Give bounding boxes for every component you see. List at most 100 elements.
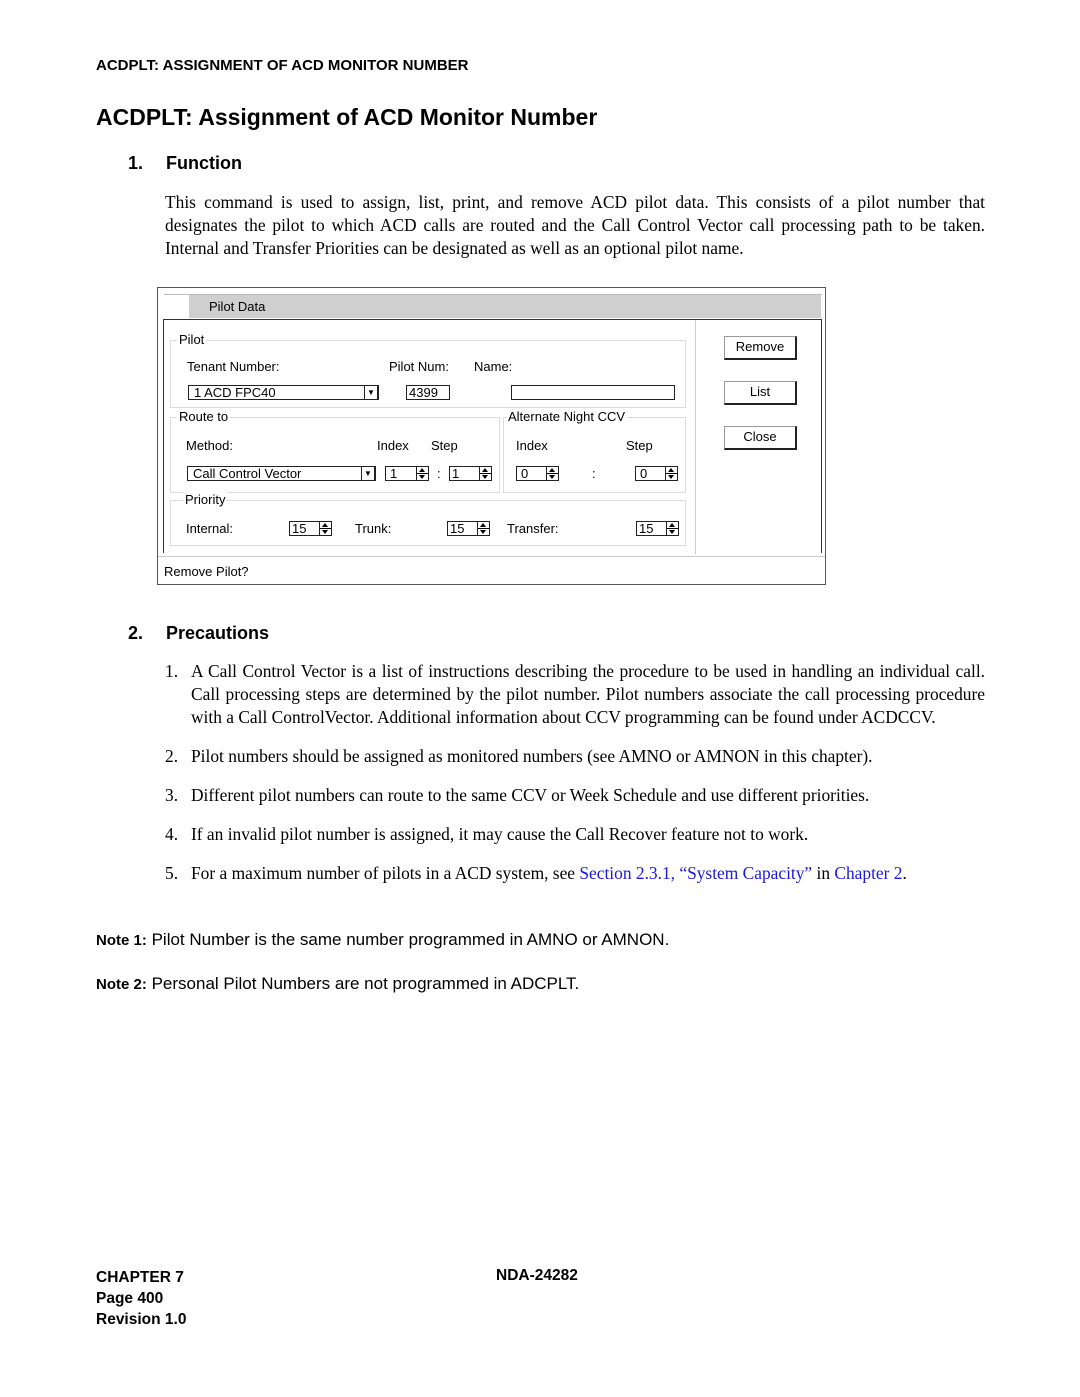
note-label: Note 1: (96, 932, 147, 949)
alt-index-spinner[interactable]: 0 (516, 466, 560, 481)
route-step-spinner[interactable]: 1 (449, 466, 493, 481)
section-title: Function (166, 153, 242, 173)
list-item-text: in (812, 863, 835, 883)
internal-priority-spinner[interactable]: 15 (289, 521, 333, 536)
route-to-label: Route to (177, 409, 231, 424)
internal-label: Internal: (186, 521, 233, 536)
status-bar: Remove Pilot? (158, 556, 825, 585)
pilot-data-dialog: Pilot Data Pilot Tenant Number: Pilot Nu… (157, 287, 826, 585)
close-button[interactable]: Close (724, 426, 797, 450)
alt-step-spinner[interactable]: 0 (635, 466, 679, 481)
section-number: 1. (128, 153, 144, 173)
pilot-group-label: Pilot (177, 332, 207, 347)
route-to-group: Route to Method: Index Step Call Control… (170, 409, 500, 493)
function-description: This command is used to assign, list, pr… (165, 192, 985, 258)
transfer-label: Transfer: (507, 521, 559, 536)
spinner-arrows-icon[interactable] (665, 466, 678, 481)
internal-value: 15 (289, 521, 320, 536)
section-heading-precautions: 2. Precautions (128, 623, 269, 644)
list-item-text: . (902, 863, 907, 883)
list-item-number: 4. (165, 824, 179, 844)
precautions-list: 1. A Call Control Vector is a list of in… (165, 660, 985, 885)
list-item: 5. For a maximum number of pilots in a A… (165, 862, 985, 885)
chapter-link[interactable]: Chapter 2 (834, 863, 902, 883)
tenant-number-value: 1 ACD FPC40 (194, 385, 276, 400)
list-item-text: A Call Control Vector is a list of instr… (191, 661, 985, 727)
trunk-value: 15 (447, 521, 478, 536)
transfer-value: 15 (636, 521, 667, 536)
priority-label: Priority (183, 492, 228, 507)
section-link[interactable]: Section 2.3.1, “System Capacity” (579, 863, 812, 883)
spinner-arrows-icon[interactable] (416, 466, 429, 481)
route-step-label: Step (431, 438, 458, 453)
footer-page: Page 400 (96, 1290, 164, 1307)
footer-chapter: CHAPTER 7 (96, 1269, 184, 1286)
dropdown-arrow-icon[interactable]: ▼ (364, 386, 378, 399)
alt-index-value: 0 (516, 466, 547, 481)
tab-label: Pilot Data (209, 299, 266, 314)
spinner-arrows-icon[interactable] (477, 521, 490, 536)
footer-doc-number: NDA-24282 (496, 1267, 578, 1284)
route-index-label: Index (377, 438, 409, 453)
running-head: ACDPLT: ASSIGNMENT OF ACD MONITOR NUMBER (96, 57, 469, 74)
list-item-text: Different pilot numbers can route to the… (191, 785, 870, 805)
pilot-group: Pilot Tenant Number: Pilot Num: Name: 1 … (170, 332, 686, 408)
list-item-number: 5. (165, 863, 179, 883)
list-item-number: 2. (165, 746, 179, 766)
spinner-arrows-icon[interactable] (666, 521, 679, 536)
name-input[interactable] (511, 385, 675, 400)
route-step-value: 1 (449, 466, 480, 481)
section-heading-function: 1. Function (128, 153, 242, 174)
name-label: Name: (474, 359, 513, 374)
dialog-body: Pilot Tenant Number: Pilot Num: Name: 1 … (163, 319, 822, 554)
note-label: Note 2: (96, 976, 147, 993)
list-item: 1. A Call Control Vector is a list of in… (165, 660, 985, 729)
route-separator: : (437, 466, 441, 481)
list-item-text: For a maximum number of pilots in a ACD … (191, 863, 580, 883)
spinner-arrows-icon[interactable] (546, 466, 559, 481)
list-item: 4. If an invalid pilot number is assigne… (165, 823, 985, 846)
route-index-spinner[interactable]: 1 (385, 466, 430, 481)
alternate-night-ccv-label: Alternate Night CCV (506, 409, 628, 424)
note-text: Personal Pilot Numbers are not programme… (151, 974, 580, 993)
list-item: 3. Different pilot numbers can route to … (165, 784, 985, 807)
note-1: Note 1: Pilot Number is the same number … (96, 930, 669, 950)
alt-index-label: Index (516, 438, 548, 453)
list-item: 2. Pilot numbers should be assigned as m… (165, 745, 985, 768)
footer: CHAPTER 7 Page 400 Revision 1.0 (96, 1267, 186, 1330)
note-2: Note 2: Personal Pilot Numbers are not p… (96, 974, 579, 994)
trunk-priority-spinner[interactable]: 15 (447, 521, 491, 536)
list-item-text: If an invalid pilot number is assigned, … (191, 824, 809, 844)
method-dropdown[interactable]: Call Control Vector ▼ (187, 466, 376, 481)
tab-pilot-data[interactable]: Pilot Data (189, 295, 821, 318)
alt-step-label: Step (626, 438, 653, 453)
list-item-number: 3. (165, 785, 179, 805)
list-button[interactable]: List (724, 381, 797, 405)
tab-bar: Pilot Data (164, 294, 822, 318)
status-text: Remove Pilot? (164, 564, 249, 579)
tenant-number-label: Tenant Number: (187, 359, 280, 374)
tenant-number-dropdown[interactable]: 1 ACD FPC40 ▼ (188, 385, 379, 400)
section-number: 2. (128, 623, 144, 643)
note-text: Pilot Number is the same number programm… (151, 930, 670, 949)
transfer-priority-spinner[interactable]: 15 (636, 521, 680, 536)
pilot-num-input[interactable]: 4399 (406, 385, 450, 400)
button-panel-divider (695, 320, 696, 554)
pilot-num-label: Pilot Num: (389, 359, 449, 374)
page-title: ACDPLT: Assignment of ACD Monitor Number (96, 104, 598, 130)
alt-step-value: 0 (635, 466, 666, 481)
section-title: Precautions (166, 623, 270, 643)
dropdown-arrow-icon[interactable]: ▼ (361, 467, 375, 480)
alternate-night-ccv-group: Alternate Night CCV Index Step 0 : 0 (503, 409, 686, 493)
list-item-text: Pilot numbers should be assigned as moni… (191, 746, 873, 766)
footer-revision: Revision 1.0 (96, 1311, 187, 1328)
spinner-arrows-icon[interactable] (479, 466, 492, 481)
method-label: Method: (186, 438, 233, 453)
route-index-value: 1 (385, 466, 417, 481)
spinner-arrows-icon[interactable] (319, 521, 332, 536)
trunk-label: Trunk: (355, 521, 392, 536)
priority-group: Priority Internal: 15 Trunk: 15 Transfer… (170, 492, 686, 546)
remove-button[interactable]: Remove (724, 336, 797, 360)
method-value: Call Control Vector (193, 466, 302, 481)
alt-separator: : (592, 466, 596, 481)
